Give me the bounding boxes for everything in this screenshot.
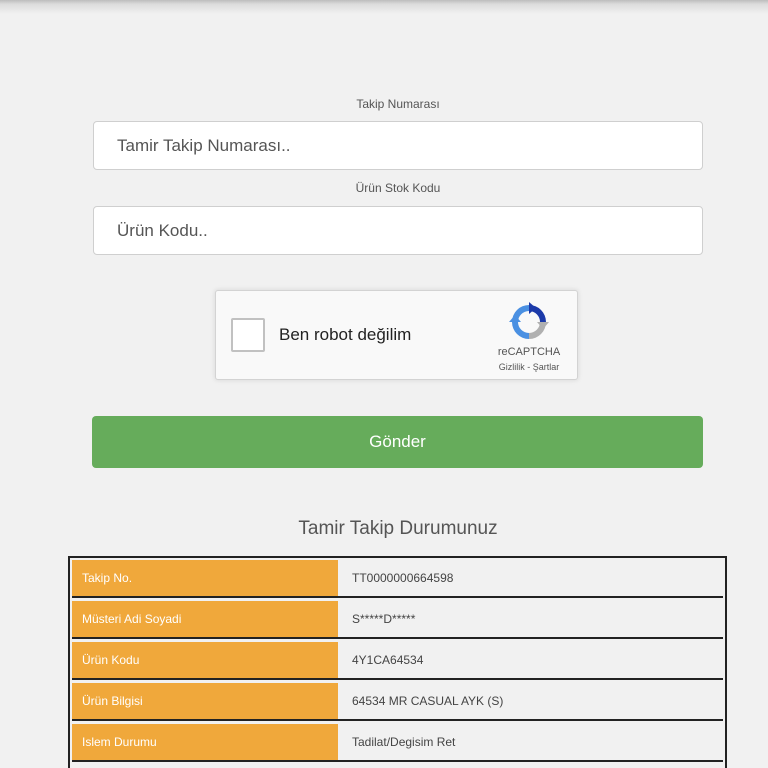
row-key: Islem Durumu	[72, 724, 338, 760]
table-row: Müsteri Adi Soyadi S*****D*****	[72, 601, 723, 639]
row-value: 4Y1CA64534	[342, 642, 723, 678]
table-row: Ürün Kodu 4Y1CA64534	[72, 642, 723, 680]
tracking-number-label: Takip Numarası	[356, 97, 440, 111]
recaptcha-label: Ben robot değilim	[279, 325, 412, 344]
table-row: Takip No. TT0000000664598	[72, 560, 723, 598]
privacy-link[interactable]: Gizlilik	[499, 362, 525, 372]
recaptcha-brand: reCAPTCHA	[497, 346, 561, 358]
terms-link[interactable]: Şartlar	[533, 362, 560, 372]
row-key: Ürün Bilgisi	[72, 683, 338, 719]
row-value: S*****D*****	[342, 601, 723, 637]
row-value: 64534 MR CASUAL AYK (S)	[342, 683, 723, 719]
recaptcha-icon	[509, 302, 549, 339]
row-key: Müsteri Adi Soyadi	[72, 601, 338, 637]
row-value: TT0000000664598	[342, 560, 723, 596]
row-key: Takip No.	[72, 560, 338, 596]
top-shadow	[0, 0, 768, 14]
recaptcha-widget: Ben robot değilim reCAPTCHA Gizlilik - Ş…	[215, 290, 578, 380]
status-section-title: Tamir Takip Durumunuz	[298, 518, 498, 539]
links-separator: -	[524, 362, 533, 372]
page: Takip Numarası Ürün Stok Kodu Ben robot …	[0, 0, 768, 768]
row-key: Ürün Kodu	[72, 642, 338, 678]
recaptcha-checkbox[interactable]	[231, 318, 265, 352]
submit-button[interactable]: Gönder	[92, 416, 703, 468]
row-value: Tadilat/Degisim Ret	[342, 724, 723, 760]
stock-code-input[interactable]	[93, 206, 703, 255]
stock-code-label: Ürün Stok Kodu	[355, 181, 441, 195]
status-table: Takip No. TT0000000664598 Müsteri Adi So…	[68, 556, 727, 768]
table-row: Ürün Bilgisi 64534 MR CASUAL AYK (S)	[72, 683, 723, 721]
recaptcha-links: Gizlilik - Şartlar	[486, 362, 572, 372]
table-row: Islem Durumu Tadilat/Degisim Ret	[72, 724, 723, 762]
tracking-number-input[interactable]	[93, 121, 703, 170]
